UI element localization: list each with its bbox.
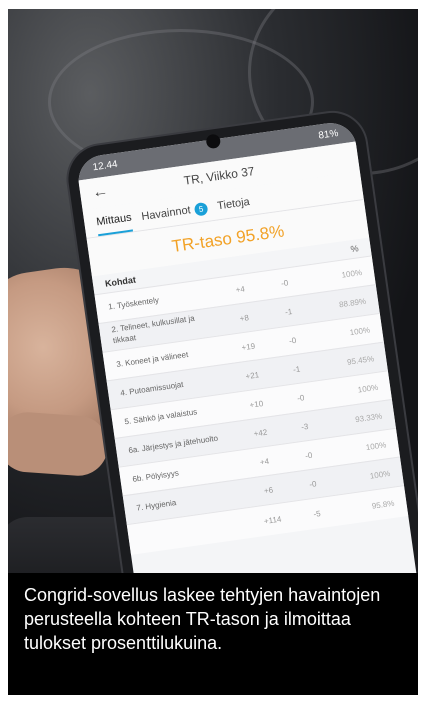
row-percent: 100% bbox=[369, 468, 391, 481]
tab-label: Havainnot bbox=[140, 204, 192, 224]
status-battery: 81% bbox=[317, 127, 340, 142]
row-percent: 100% bbox=[365, 439, 387, 452]
row-plus: +10 bbox=[248, 398, 264, 410]
count-badge: 5 bbox=[193, 201, 209, 217]
row-percent: 100% bbox=[349, 324, 371, 337]
row-plus: +4 bbox=[235, 283, 246, 295]
row-minus: -1 bbox=[284, 306, 293, 317]
row-name-empty bbox=[141, 523, 247, 538]
row-plus: +42 bbox=[253, 427, 268, 439]
photo-caption: Congrid-sovellus laskee tehtyjen havaint… bbox=[8, 573, 418, 695]
back-arrow-icon[interactable]: ← bbox=[91, 183, 109, 203]
row-minus: -1 bbox=[292, 364, 301, 374]
photo: 12.44 81% ← TR, Viikko 37 Mittaus Havain… bbox=[8, 9, 418, 573]
tab-label: Tietoja bbox=[216, 195, 251, 213]
row-minus: -0 bbox=[280, 277, 289, 288]
column-header-name: Kohdat bbox=[104, 274, 137, 289]
column-header-percent: % bbox=[349, 243, 360, 255]
row-minus: -3 bbox=[300, 421, 309, 432]
row-percent: 93.33% bbox=[354, 411, 383, 424]
hand-finger bbox=[8, 410, 110, 478]
status-time: 12.44 bbox=[91, 158, 119, 173]
phone-screen: 12.44 81% ← TR, Viikko 37 Mittaus Havain… bbox=[75, 119, 418, 573]
row-plus: +21 bbox=[244, 369, 260, 381]
row-minus: -0 bbox=[308, 478, 317, 489]
row-minus: -0 bbox=[296, 392, 305, 403]
row-percent: 95.45% bbox=[346, 353, 375, 367]
tab-label: Mittaus bbox=[95, 211, 133, 229]
row-minus: -0 bbox=[304, 450, 313, 461]
total-minus: -5 bbox=[312, 508, 322, 519]
row-percent: 88.89% bbox=[338, 296, 367, 309]
row-plus: +4 bbox=[259, 456, 270, 467]
row-plus: +8 bbox=[239, 312, 250, 323]
total-plus: +114 bbox=[263, 514, 282, 526]
total-percent: 95.8% bbox=[371, 498, 395, 511]
row-plus: +6 bbox=[263, 484, 274, 496]
row-plus: +19 bbox=[240, 341, 256, 352]
phone: 12.44 81% ← TR, Viikko 37 Mittaus Havain… bbox=[64, 108, 418, 573]
table-body: 1. Työskentely +4 -0 100% 2. Telineet, k… bbox=[94, 255, 409, 555]
row-percent: 100% bbox=[340, 267, 363, 280]
row-percent: 100% bbox=[357, 382, 379, 395]
row-minus: -0 bbox=[288, 335, 297, 346]
